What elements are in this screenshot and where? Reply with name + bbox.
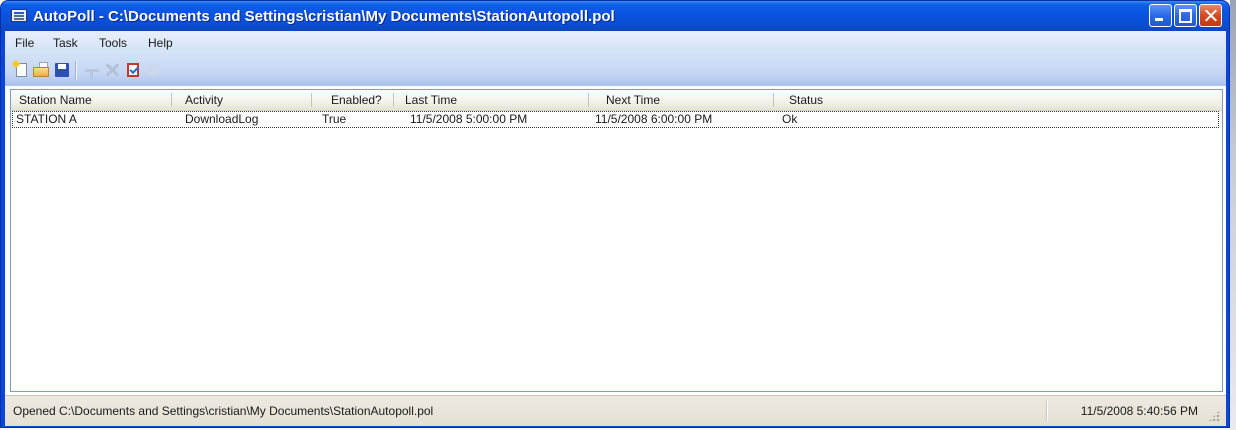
- table-row[interactable]: STATION A DownloadLog True 11/5/2008 5:0…: [12, 111, 1219, 128]
- toolbar: [5, 55, 1226, 86]
- cell-enabled: True: [322, 112, 347, 126]
- title-bar[interactable]: AutoPoll - C:\Documents and Settings\cri…: [1, 1, 1229, 31]
- column-status[interactable]: Status: [773, 90, 973, 110]
- run-icon[interactable]: [145, 61, 163, 79]
- desktop-background: [1230, 0, 1236, 430]
- status-message: Opened C:\Documents and Settings\cristia…: [13, 404, 434, 418]
- column-station-name[interactable]: Station Name: [11, 90, 171, 110]
- cell-next-time: 11/5/2008 6:00:00 PM: [595, 112, 713, 126]
- menu-tools[interactable]: Tools: [99, 35, 127, 51]
- menu-bar: File Task Tools Help: [5, 31, 1226, 55]
- delete-icon[interactable]: [103, 61, 121, 79]
- column-activity[interactable]: Activity: [171, 90, 311, 110]
- status-divider: [1046, 401, 1048, 421]
- menu-file[interactable]: File: [15, 35, 34, 51]
- station-list[interactable]: Station Name Activity Enabled? Last Time…: [10, 89, 1223, 392]
- close-button[interactable]: [1199, 4, 1222, 27]
- window-title: AutoPoll - C:\Documents and Settings\cri…: [33, 8, 615, 25]
- app-window: AutoPoll - C:\Documents and Settings\cri…: [0, 0, 1230, 428]
- cell-last-time: 11/5/2008 5:00:00 PM: [410, 112, 528, 126]
- resize-grip-icon[interactable]: [1208, 410, 1220, 422]
- app-icon[interactable]: [11, 9, 27, 22]
- window-client-area: File Task Tools Help Station Name Activi…: [5, 31, 1226, 426]
- task-icon[interactable]: [124, 61, 142, 79]
- status-bar: Opened C:\Documents and Settings\cristia…: [5, 395, 1226, 426]
- new-document-icon[interactable]: [11, 59, 31, 79]
- column-last-time[interactable]: Last Time: [393, 90, 588, 110]
- properties-icon[interactable]: [83, 61, 101, 79]
- menu-help[interactable]: Help: [148, 35, 173, 51]
- minimize-button[interactable]: [1149, 4, 1172, 27]
- column-next-time[interactable]: Next Time: [588, 90, 773, 110]
- menu-task[interactable]: Task: [53, 35, 78, 51]
- cell-station-name: STATION A: [16, 112, 77, 126]
- toolbar-separator: [75, 61, 77, 80]
- column-enabled[interactable]: Enabled?: [311, 90, 393, 110]
- maximize-button[interactable]: [1174, 4, 1197, 27]
- list-header: Station Name Activity Enabled? Last Time…: [11, 90, 1222, 111]
- status-time: 11/5/2008 5:40:56 PM: [1080, 404, 1198, 418]
- cell-status: Ok: [782, 112, 798, 126]
- open-folder-icon[interactable]: [32, 61, 50, 79]
- cell-activity: DownloadLog: [185, 112, 259, 126]
- save-disk-icon[interactable]: [53, 61, 71, 79]
